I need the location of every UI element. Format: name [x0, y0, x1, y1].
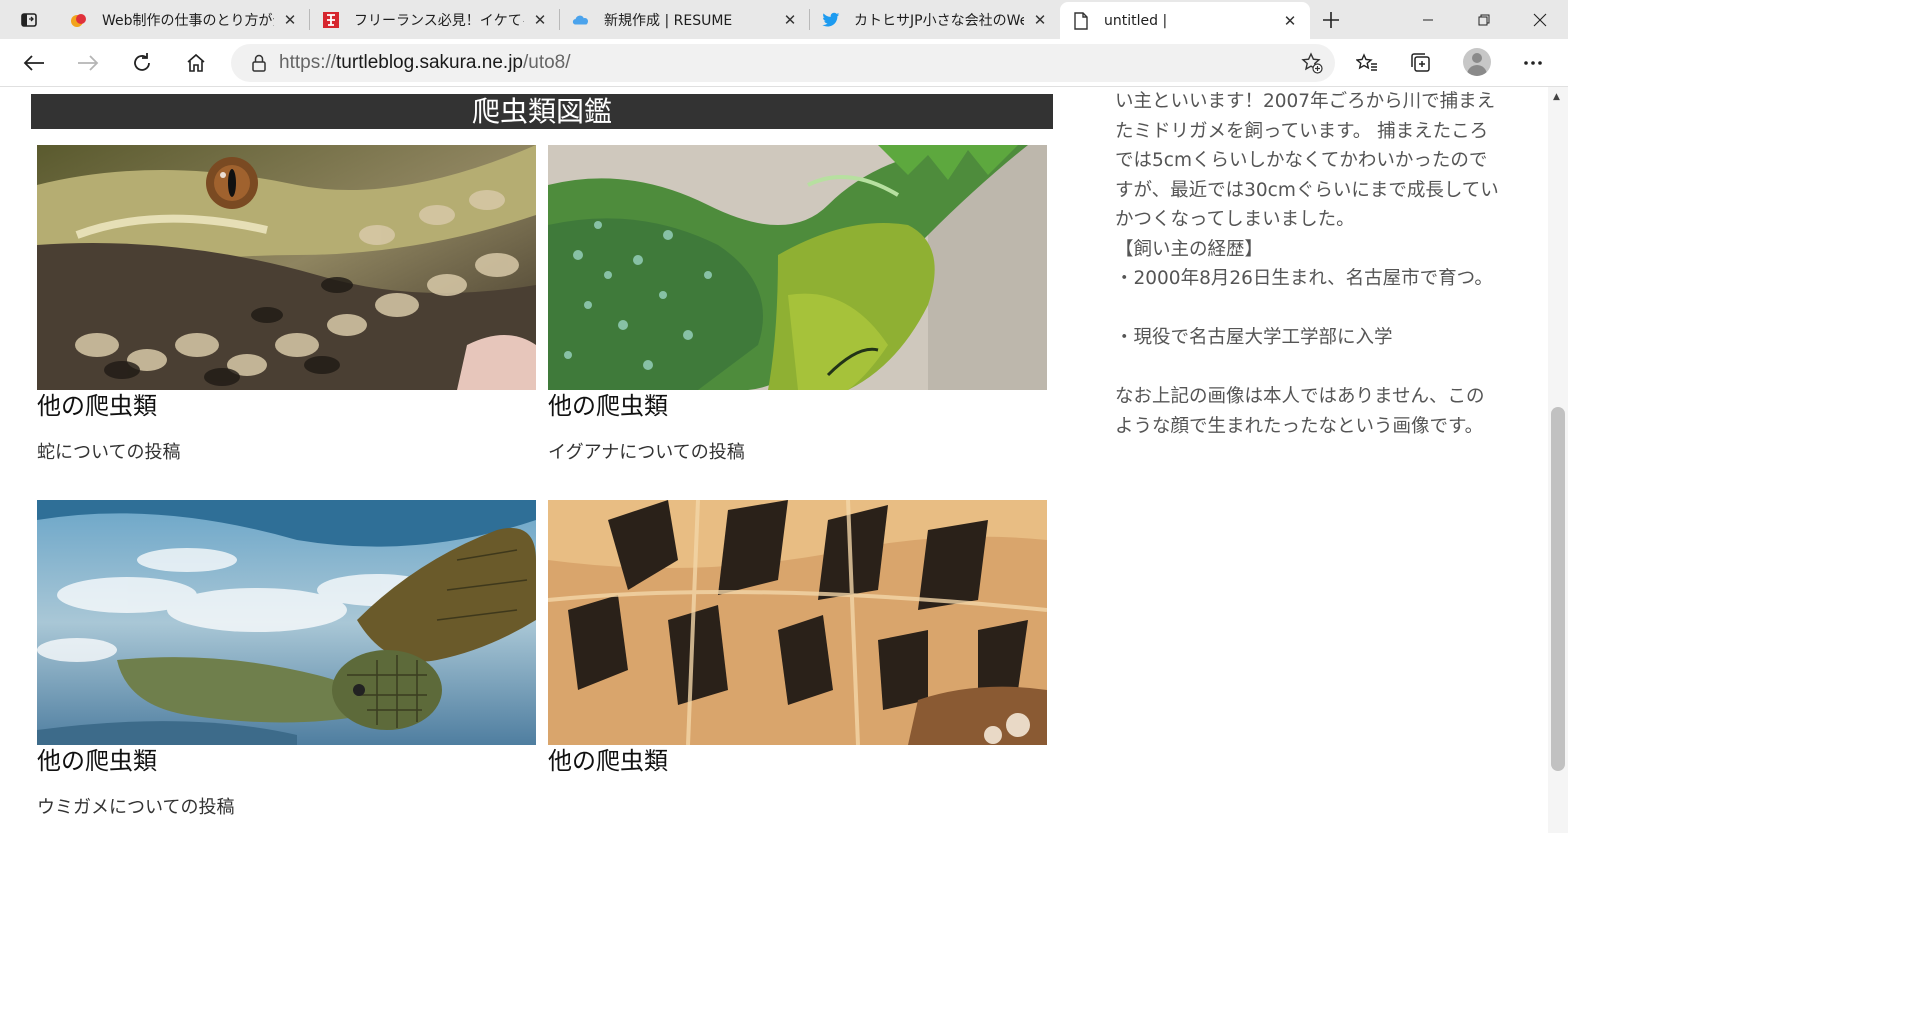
tab-strip: Web制作の仕事のとり方が分 ✕ フリーランス必見！イケてるポー ✕ 新規作成 … — [0, 0, 1568, 39]
close-icon[interactable]: ✕ — [280, 10, 300, 30]
card-title[interactable]: 他の爬虫類 — [37, 391, 536, 421]
profile-line: ような顔で生まれたったなという画像です。 — [1115, 415, 1484, 437]
forward-button[interactable] — [70, 45, 106, 81]
home-button[interactable] — [178, 45, 214, 81]
scroll-up-icon[interactable]: ▲ — [1553, 92, 1560, 102]
browser-toolbar: https://turtleblog.sakura.ne.jp/uto8/ — [0, 39, 1568, 87]
more-horizontal-icon — [1524, 61, 1542, 65]
owner-profile: い主といいます！2007年ごろから川で捕まえ たミドリガメを飼っています。 捕ま… — [1115, 87, 1525, 441]
profile-line: なお上記の画像は本人ではありません、この — [1115, 386, 1485, 407]
tab-web-seisaku[interactable]: Web制作の仕事のとり方が分 ✕ — [58, 0, 310, 39]
cloud-icon — [572, 11, 590, 29]
page-content: 爬虫類図鑑 他の爬虫類 蛇についての投稿 他の爬虫類 イグアナについての投稿 他… — [0, 87, 1548, 833]
close-icon — [1533, 13, 1547, 26]
section-title: 爬虫類図鑑 — [31, 94, 1053, 129]
favorites-icon — [1356, 53, 1377, 71]
collections-button[interactable] — [1403, 45, 1439, 81]
url-path: /uto8/ — [522, 52, 571, 73]
tab-title: カトヒサJP小さな会社のWeb — [854, 12, 1024, 29]
card-title[interactable]: 他の爬虫類 — [548, 746, 1047, 776]
tab-untitled[interactable]: untitled | ✕ — [1060, 2, 1310, 39]
url-scheme: https:// — [279, 52, 337, 73]
sea-turtle-photo[interactable] — [37, 500, 536, 745]
close-icon[interactable]: ✕ — [530, 10, 550, 30]
profile-line: たミドリガメを飼っています。 捕まえたころ — [1115, 120, 1489, 142]
red-badge-icon — [322, 11, 340, 29]
address-bar[interactable]: https://turtleblog.sakura.ne.jp/uto8/ — [231, 44, 1335, 82]
tab-actions-button[interactable] — [0, 0, 58, 39]
url-host: turtleblog.sakura.ne.jp — [336, 52, 523, 73]
tab-title: Web制作の仕事のとり方が分 — [102, 12, 274, 29]
tab-actions-icon — [21, 12, 37, 27]
arrow-right-icon — [78, 55, 99, 71]
minimize-button[interactable] — [1400, 0, 1456, 39]
tortoise-photo[interactable] — [548, 500, 1047, 745]
restore-button[interactable] — [1456, 0, 1512, 39]
more-menu-button[interactable] — [1515, 45, 1551, 81]
profile-line: 【飼い主の経歴】 — [1115, 238, 1264, 260]
snake-photo[interactable] — [37, 145, 536, 390]
reload-icon — [134, 53, 150, 71]
profile-line — [1115, 294, 1525, 324]
profile-line — [1115, 353, 1525, 383]
favorites-button[interactable] — [1349, 45, 1385, 81]
lock-icon[interactable] — [239, 54, 279, 72]
close-window-button[interactable] — [1512, 0, 1568, 39]
post-card-tortoise[interactable]: 他の爬虫類 — [548, 500, 1047, 796]
profile-line: では5cmくらいしかなくてかわいかったので — [1115, 150, 1488, 171]
iguana-photo[interactable] — [548, 145, 1047, 390]
card-title[interactable]: 他の爬虫類 — [37, 746, 536, 776]
tab-title: untitled | — [1104, 12, 1168, 29]
close-icon[interactable]: ✕ — [1280, 11, 1300, 31]
scrollbar-thumb[interactable] — [1551, 407, 1565, 771]
back-button[interactable] — [16, 45, 52, 81]
post-card-sea-turtle[interactable]: 他の爬虫類 ウミガメについての投稿 — [37, 500, 536, 820]
star-add-icon — [1301, 52, 1323, 74]
reload-button[interactable] — [124, 45, 160, 81]
profile-line: ・現役で名古屋大学工学部に入学 — [1115, 327, 1393, 348]
minimize-icon — [1423, 19, 1433, 20]
card-description: イグアナについての投稿 — [548, 442, 745, 463]
profile-line: かつくなってしまいました。 — [1115, 209, 1355, 230]
tab-title: フリーランス必見！イケてるポー — [354, 12, 524, 29]
close-icon[interactable]: ✕ — [780, 10, 800, 30]
tab-title: 新規作成 | RESUME — [604, 12, 733, 29]
tab-freelance[interactable]: フリーランス必見！イケてるポー ✕ — [310, 0, 560, 39]
profile-line: い主といいます！2007年ごろから川で捕まえ — [1115, 91, 1496, 112]
home-icon — [187, 53, 205, 72]
profile-line: ・2000年8月26日生まれ、名古屋市で育つ。 — [1115, 268, 1493, 289]
post-card-iguana[interactable]: 他の爬虫類 イグアナについての投稿 — [548, 145, 1047, 465]
new-tab-button[interactable] — [1314, 0, 1348, 39]
tab-katohisa[interactable]: カトヒサJP小さな会社のWeb ✕ — [810, 0, 1060, 39]
plus-icon — [1323, 11, 1339, 28]
page-scrollbar[interactable]: ▲ — [1548, 87, 1568, 833]
profile-avatar[interactable] — [1463, 48, 1491, 76]
restore-icon — [1478, 14, 1490, 25]
page-icon — [1072, 11, 1090, 30]
close-icon[interactable]: ✕ — [1030, 10, 1050, 30]
card-description: ウミガメについての投稿 — [37, 797, 235, 818]
add-favorite-button[interactable] — [1301, 52, 1323, 78]
url-text[interactable]: https://turtleblog.sakura.ne.jp/uto8/ — [279, 52, 571, 74]
arrow-left-icon — [23, 55, 44, 71]
card-description: 蛇についての投稿 — [37, 442, 181, 463]
profile-line: すが、最近では30cmぐらいにまで成長してい — [1115, 179, 1499, 201]
card-title[interactable]: 他の爬虫類 — [548, 391, 1047, 421]
post-card-snake[interactable]: 他の爬虫類 蛇についての投稿 — [37, 145, 536, 465]
collections-icon — [1411, 53, 1430, 72]
tab-resume[interactable]: 新規作成 | RESUME ✕ — [560, 0, 810, 39]
app-logo-icon — [70, 11, 88, 29]
twitter-bird-icon — [822, 11, 840, 29]
